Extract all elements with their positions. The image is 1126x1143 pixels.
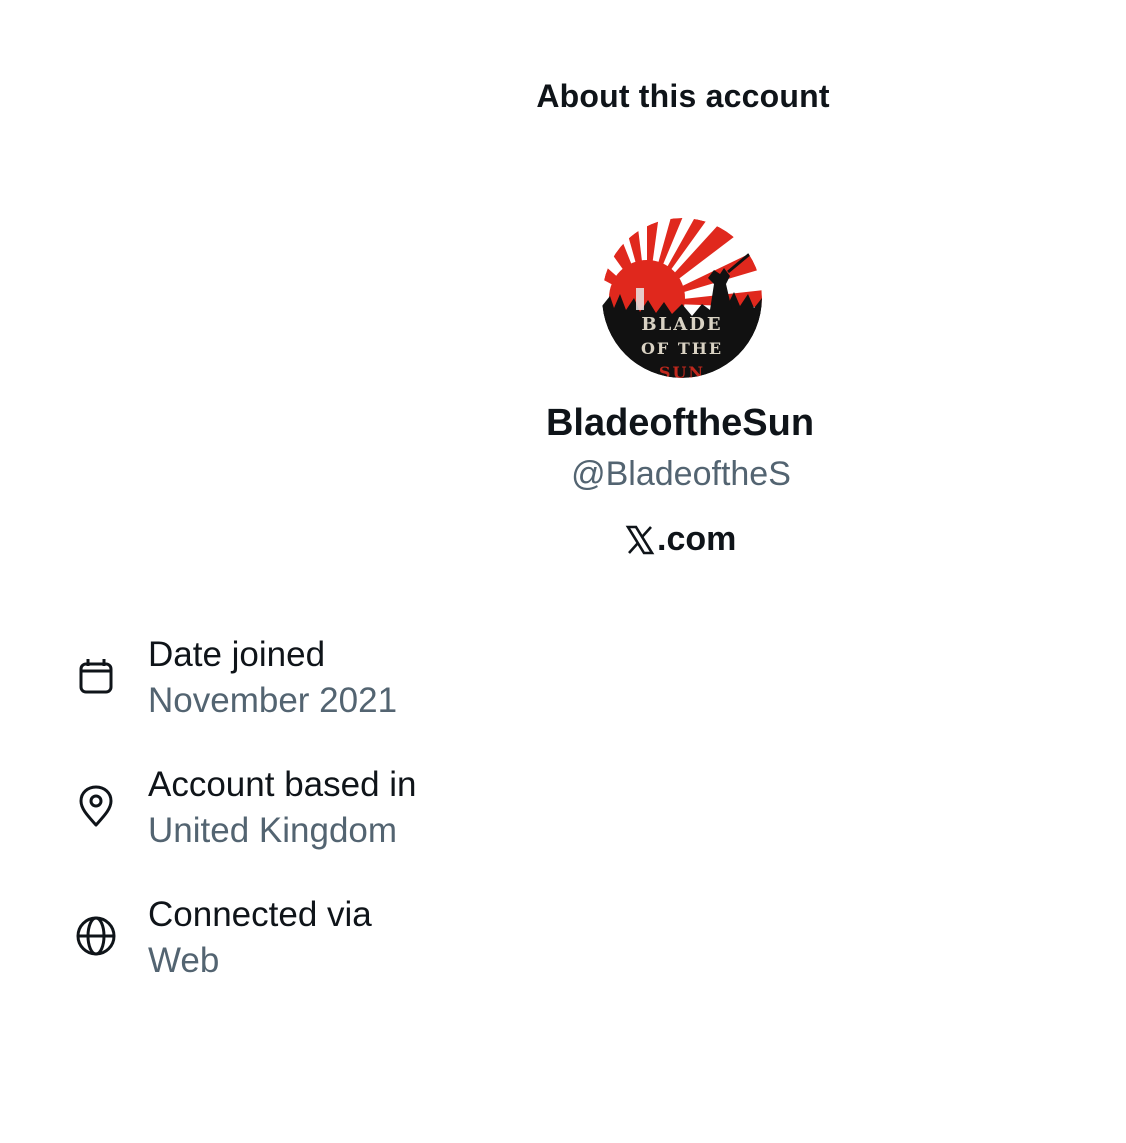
- svg-text:SUN: SUN: [659, 363, 705, 378]
- connected-via-label: Connected via: [148, 895, 372, 934]
- account-based-in-row: Account based in United Kingdom: [72, 762, 417, 854]
- about-account-page: About this account BLADE OF THE SUN Blad…: [0, 0, 1126, 1143]
- site-badge: .com: [625, 520, 736, 559]
- svg-text:OF THE: OF THE: [641, 339, 723, 358]
- user-handle: @BladeoftheS: [571, 455, 791, 493]
- connected-via-value: Web: [148, 941, 220, 980]
- calendar-icon: [72, 652, 120, 700]
- page-title: About this account: [536, 78, 830, 114]
- x-logo-icon: [625, 525, 655, 554]
- location-pin-icon: [72, 782, 120, 830]
- account-based-in-label: Account based in: [148, 765, 417, 804]
- avatar-image: BLADE OF THE SUN: [602, 218, 762, 378]
- date-joined-row: Date joined November 2021: [72, 632, 397, 724]
- date-joined-label: Date joined: [148, 635, 326, 674]
- account-based-in-value: United Kingdom: [148, 811, 398, 850]
- globe-icon: [72, 912, 120, 960]
- svg-text:BLADE: BLADE: [641, 314, 722, 335]
- profile-avatar[interactable]: BLADE OF THE SUN: [602, 218, 762, 378]
- site-suffix: .com: [657, 520, 737, 558]
- display-name: BladeoftheSun: [545, 402, 815, 444]
- connected-via-row: Connected via Web: [72, 892, 372, 984]
- date-joined-value: November 2021: [148, 681, 398, 720]
